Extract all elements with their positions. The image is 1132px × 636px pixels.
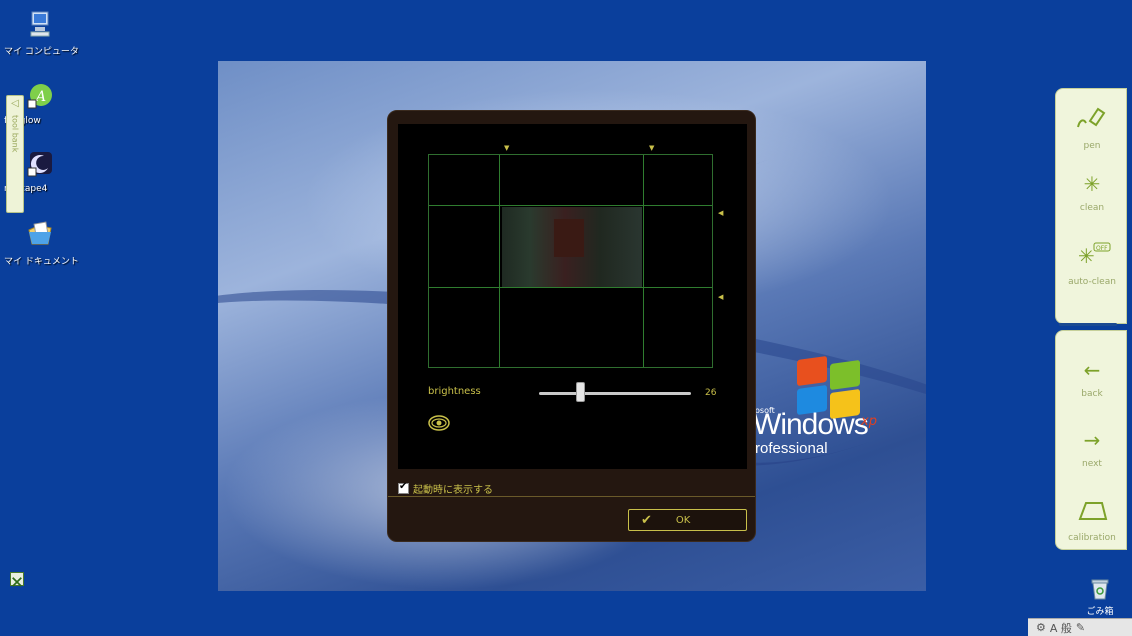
auto-clean-icon: ✳ OFF <box>1078 242 1111 268</box>
computer-icon <box>30 11 50 37</box>
next-arrow-icon: → <box>1083 428 1101 452</box>
svg-text:OFF: OFF <box>1096 245 1108 252</box>
brightness-slider[interactable] <box>539 392 691 395</box>
language-bar[interactable]: ⚙ A 般 ✎ <box>1028 618 1132 636</box>
xp-edition-text: rofessional <box>755 440 828 457</box>
ime-tool-icon[interactable]: ✎ <box>1076 621 1085 634</box>
auto-clean-label: auto-clean <box>1068 277 1116 287</box>
show-on-startup-checkbox[interactable]: 起動時に表示する <box>398 481 493 496</box>
back-label: back <box>1081 389 1103 399</box>
nav-panel: ← back → next calibration <box>1055 330 1127 550</box>
desktop-icon-my-documents[interactable]: マイ ドキュメント <box>4 220 79 267</box>
ime-mode-label[interactable]: A 般 <box>1050 620 1072 636</box>
back-arrow-icon: ← <box>1083 358 1101 382</box>
brightness-label: brightness <box>428 386 481 397</box>
nascape-icon <box>27 152 52 177</box>
xp-xp-text: xp <box>861 414 877 429</box>
clean-button[interactable]: ✳ clean <box>1056 171 1128 213</box>
brightness-dialog: ▼ ▼ ◀ ◀ brightness 26 起動時に表示する ✔ OK <box>387 110 756 542</box>
ime-settings-icon[interactable]: ⚙ <box>1036 621 1046 634</box>
documents-folder-icon <box>28 221 52 245</box>
clean-label: clean <box>1079 203 1105 213</box>
tool-bank-tab[interactable]: ◁ tool bank <box>6 95 24 213</box>
desktop-icon-label: マイ コンピュータ <box>4 47 79 57</box>
grid-marker-icon[interactable]: ◀ <box>718 293 723 301</box>
desktop-icon-recycle-bin[interactable]: ごみ箱 <box>1080 578 1120 617</box>
auto-clean-button[interactable]: ✳ OFF auto-clean <box>1056 241 1128 287</box>
back-button[interactable]: ← back <box>1056 357 1128 399</box>
panel-separator <box>1059 323 1117 326</box>
svg-text:✳: ✳ <box>1078 244 1095 267</box>
xp-windows-text: Windows <box>753 408 869 441</box>
brightness-slider-thumb[interactable] <box>576 382 585 402</box>
checkbox-checked-icon[interactable] <box>398 481 409 494</box>
recycle-bin-icon <box>1091 579 1109 600</box>
desktop-icon-label: マイ ドキュメント <box>4 257 79 267</box>
tools-shortcut-icon[interactable] <box>10 572 24 587</box>
chevron-left-icon: ◁ <box>11 98 19 109</box>
checkmark-icon: ✔ <box>641 512 652 528</box>
camera-preview-image <box>502 207 642 287</box>
ok-button-label: OK <box>675 514 691 526</box>
calibration-icon <box>1078 502 1108 520</box>
grid-marker-icon[interactable]: ▼ <box>504 144 509 152</box>
afterglow-icon: A <box>27 84 52 109</box>
calibration-button[interactable]: calibration <box>1056 497 1128 543</box>
eye-icon[interactable] <box>428 414 450 432</box>
grid-marker-icon[interactable]: ◀ <box>718 209 723 217</box>
pen-label: pen <box>1083 141 1101 151</box>
calibration-grid <box>428 154 713 368</box>
ok-button[interactable]: ✔ OK <box>628 509 747 531</box>
camera-preview-panel: ▼ ▼ ◀ ◀ brightness 26 <box>398 124 747 469</box>
calibration-label: calibration <box>1068 533 1116 543</box>
next-button[interactable]: → next <box>1056 427 1128 469</box>
show-on-startup-label: 起動時に表示する <box>413 485 493 496</box>
recycle-bin-label: ごみ箱 <box>1086 607 1114 617</box>
dialog-divider <box>388 496 755 497</box>
clean-icon: ✳ <box>1083 172 1101 196</box>
pen-icon <box>1077 107 1106 128</box>
next-label: next <box>1082 459 1102 469</box>
tool-panel: pen ✳ clean ✳ OFF auto-clean <box>1055 88 1127 324</box>
pen-button[interactable]: pen <box>1056 105 1128 151</box>
desktop-icon-my-computer[interactable]: マイ コンピュータ <box>4 10 79 57</box>
tool-bank-label: tool bank <box>10 115 20 153</box>
grid-marker-icon[interactable]: ▼ <box>649 144 654 152</box>
brightness-value: 26 <box>705 388 717 398</box>
